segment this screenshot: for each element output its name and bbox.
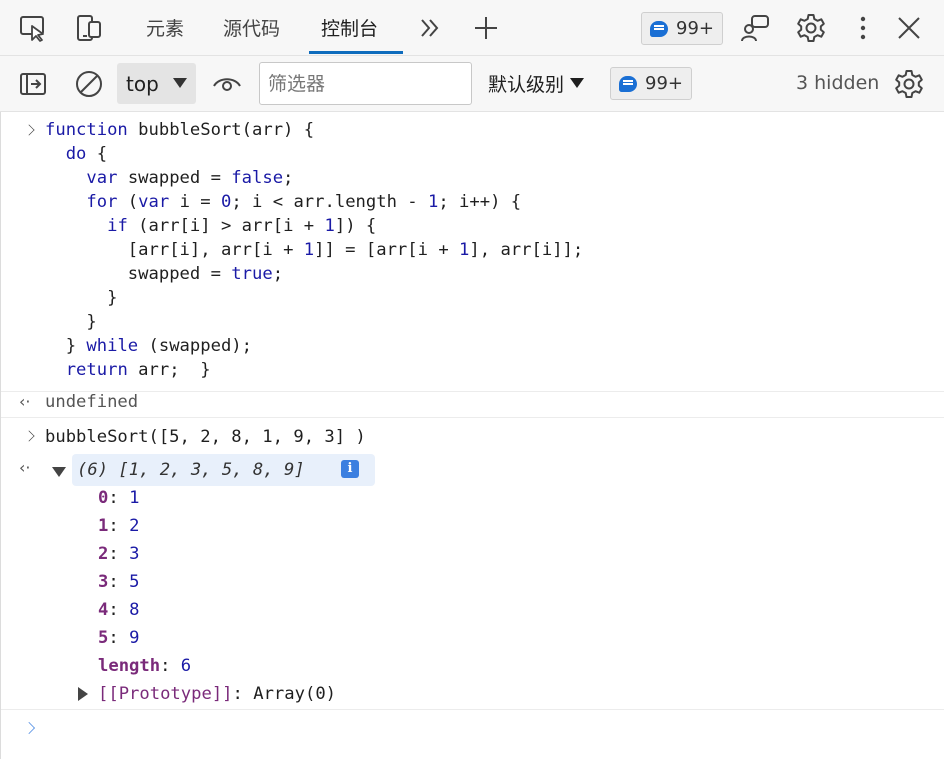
code-line: var swapped = false; [86,168,294,188]
code-line: [arr[i], arr[i + 1]] = [arr[i + 1], arr[… [45,240,584,260]
array-property-row: 4: 8 [98,600,140,620]
result-value: undefined [45,392,139,412]
property-value: 8 [129,600,140,620]
caret-down-icon [570,78,585,88]
more-tabs-icon[interactable] [414,12,446,44]
console-prompt-icon[interactable] [23,722,35,734]
property-key: length [98,656,161,676]
collapse-triangle-icon[interactable] [78,687,88,701]
settings-icon[interactable] [795,12,827,44]
input-chevron-icon [23,430,35,442]
messages-badge[interactable]: 99+ [610,67,692,100]
tab-sources[interactable]: 源代码 [223,0,280,55]
property-value: 2 [129,516,140,536]
log-levels-dropdown[interactable]: 默认级别 [488,70,585,97]
tab-elements[interactable]: 元素 [146,0,184,55]
message-icon [650,20,668,37]
result-arrow-icon: ‹· [19,392,31,411]
property-value: 5 [129,572,140,592]
log-levels-label: 默认级别 [488,74,565,96]
property-key: 1 [98,516,109,536]
feedback-icon[interactable] [739,12,771,44]
result-arrow-icon: ‹· [19,458,31,477]
property-key: 2 [98,544,109,564]
more-options-icon[interactable] [847,12,879,44]
message-icon [619,75,637,92]
messages-count: 99+ [645,73,683,94]
array-property-row: 2: 3 [98,544,140,564]
code-line: if (arr[i] > arr[i + 1]) { [107,216,377,236]
issues-badge[interactable]: 99+ [641,12,723,45]
info-icon[interactable]: i [341,460,359,478]
console-toolbar: top 默认级别 99+ 3 hidden [0,56,944,112]
context-value: top [126,72,159,96]
code-line: for (var i = 0; i < arr.length - 1; i++)… [86,192,522,212]
code-line: } while (swapped); [45,336,252,356]
expand-triangle-icon[interactable] [52,467,66,477]
property-key: 3 [98,572,109,592]
console-result-entry [1,392,944,418]
active-tab-indicator [309,51,403,54]
add-tab-icon[interactable] [470,12,502,44]
prototype-key: [[Prototype]] [98,684,233,704]
property-value: 3 [129,544,140,564]
prototype-value: Array(0) [253,684,337,704]
array-property-row: 0: 1 [98,488,140,508]
live-expression-icon[interactable] [211,68,243,100]
code-line: return arr; } [65,360,211,380]
clear-console-icon[interactable] [73,68,105,100]
context-selector[interactable]: top [117,63,196,104]
show-sidebar-icon[interactable] [17,68,49,100]
array-property-row: 3: 5 [98,572,140,592]
code-line: swapped = true; [127,264,284,284]
issues-count: 99+ [676,18,714,39]
property-value: 1 [129,488,140,508]
divider [1,709,944,710]
console-settings-icon[interactable] [893,68,925,100]
device-emulation-icon[interactable] [73,12,105,44]
property-key: 5 [98,628,109,648]
array-preview: (6) [1, 2, 3, 5, 8, 9] [77,460,305,480]
console-output: function bubbleSort(arr) { do { var swap… [0,112,944,759]
array-property-row: 1: 2 [98,516,140,536]
prototype-row[interactable]: [[Prototype]]: Array(0) [98,682,336,706]
call-expression: bubbleSort([5, 2, 8, 1, 9, 3] ) [45,427,366,447]
property-value: 6 [180,656,192,676]
property-key: 0 [98,488,109,508]
code-line: } [45,288,118,308]
code-line: function bubbleSort(arr) { [45,120,315,140]
chevron-down-icon [173,78,187,88]
array-property-row: length: 6 [98,656,192,676]
code-line: do { [65,144,108,164]
devtools-tab-bar: 元素 源代码 控制台 99+ [0,0,944,56]
close-icon[interactable] [893,12,925,44]
inspect-element-icon[interactable] [17,12,49,44]
tab-console[interactable]: 控制台 [321,0,378,55]
property-key: 4 [98,600,109,620]
filter-input[interactable] [259,62,472,105]
property-value: 9 [129,628,140,648]
hidden-messages-count[interactable]: 3 hidden [796,72,879,94]
array-property-row: 5: 9 [98,628,140,648]
code-line: } [45,312,97,332]
